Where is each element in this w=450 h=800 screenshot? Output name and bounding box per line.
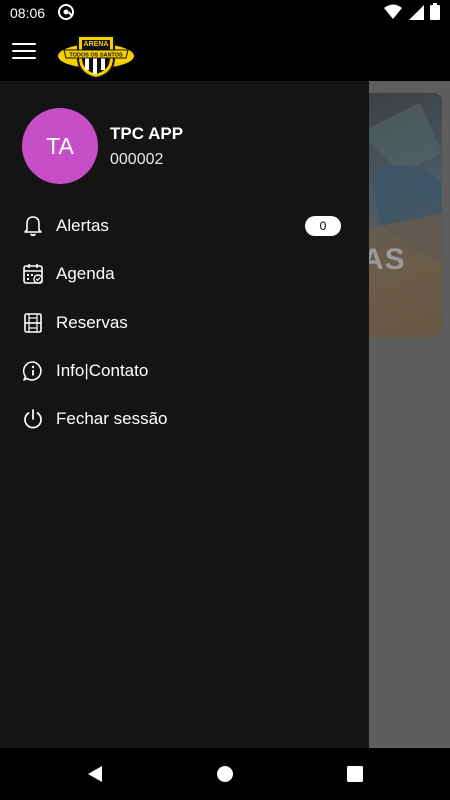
signal-icon [408, 4, 424, 23]
arena-logo: ARENA TODOS OS SANTOS [56, 28, 136, 80]
at-sign-icon [57, 3, 75, 24]
hamburger-menu-icon[interactable] [12, 43, 36, 63]
user-id: 000002 [110, 151, 164, 168]
status-time: 08:06 [10, 5, 46, 21]
recents-icon[interactable] [345, 764, 365, 784]
menu-item-alertas[interactable]: Alertas 0 [0, 203, 369, 249]
user-name: TPC APP [110, 124, 184, 143]
info-chat-icon [22, 360, 44, 382]
avatar-initials: TA [46, 132, 74, 159]
menu-item-agenda[interactable]: Agenda [0, 251, 369, 297]
power-icon [22, 408, 44, 430]
battery-icon [430, 3, 440, 23]
avatar[interactable]: TA [22, 108, 98, 184]
system-nav-bar [0, 748, 450, 800]
menu-item-label: Agenda [56, 264, 115, 283]
wifi-icon [384, 4, 402, 23]
court-icon [22, 312, 44, 334]
menu-item-reservas[interactable]: Reservas [0, 300, 369, 346]
menu-item-fechar-sessao[interactable]: Fechar sessão [0, 396, 369, 442]
menu-item-label: Alertas [56, 216, 109, 235]
home-icon[interactable] [215, 764, 235, 784]
app-bar: ARENA TODOS OS SANTOS [0, 26, 450, 81]
menu-item-label: Fechar sessão [56, 409, 168, 428]
navigation-drawer: TA TPC APP 000002 Alertas 0 Agenda Reser… [0, 81, 369, 748]
status-bar: 08:06 [0, 0, 450, 26]
menu-item-info-contato[interactable]: Info|Contato [0, 348, 369, 394]
alert-count-badge: 0 [305, 216, 341, 236]
calendar-check-icon [22, 263, 44, 285]
logo-line1: ARENA [84, 41, 109, 48]
menu-item-label: Reservas [56, 313, 128, 332]
bell-icon [22, 215, 44, 237]
back-icon[interactable] [85, 764, 105, 784]
menu-item-label: Info|Contato [56, 361, 149, 380]
logo-line2: TODOS OS SANTOS [69, 53, 123, 59]
